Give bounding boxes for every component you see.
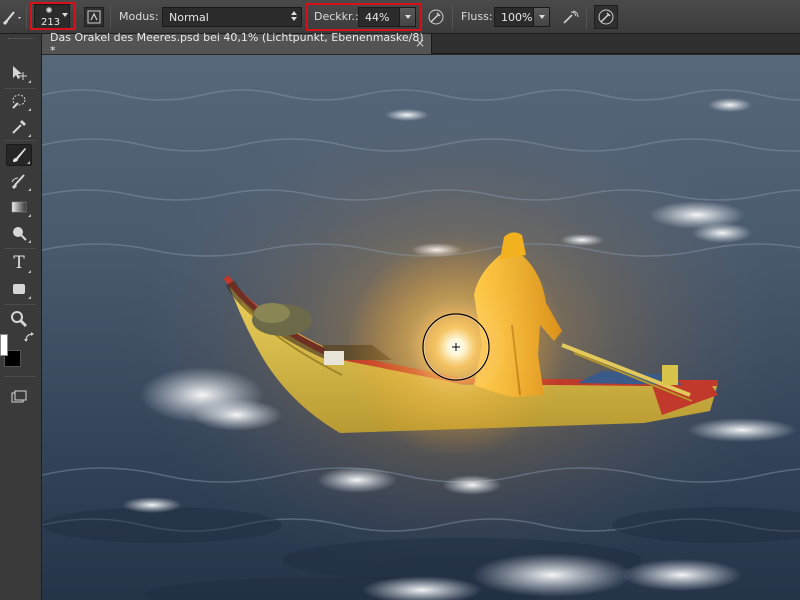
chevron-down-icon [538, 15, 545, 19]
close-icon[interactable]: × [415, 36, 425, 50]
eyedropper-tool-icon [12, 120, 26, 134]
type-tool[interactable]: T [6, 252, 32, 274]
pen-pressure-icon [428, 9, 444, 25]
mode-select[interactable]: Normal [162, 7, 302, 27]
airbrush-icon [563, 10, 579, 24]
tool-preset-picker[interactable] [2, 8, 24, 26]
brush-panel-toggle[interactable] [84, 7, 104, 27]
document-tab-bar: Das Orakel des Meeres.psd bei 40,1% (Lic… [42, 31, 800, 57]
history-brush-tool[interactable] [6, 170, 32, 192]
pressure-size-toggle[interactable] [594, 5, 618, 29]
shape-tool-icon [13, 284, 25, 294]
airbrush-toggle[interactable] [560, 7, 580, 27]
options-bar: 213 Modus: Normal Deckkr.: 44% Fluss: 10… [0, 0, 800, 34]
document-canvas[interactable] [42, 55, 800, 600]
dodge-tool[interactable] [6, 222, 32, 244]
screen-mode-icon [11, 390, 27, 403]
flow-dropdown-button[interactable] [533, 8, 549, 26]
move-tool-icon [13, 66, 27, 80]
quick-selection-tool[interactable] [6, 90, 32, 112]
brush-tool-icon [13, 148, 26, 162]
brush-size-highlight [30, 2, 76, 30]
history-brush-tool-icon [11, 174, 25, 190]
mode-value: Normal [169, 10, 209, 24]
toolbox-grip[interactable] [8, 38, 34, 42]
pen-pressure-size-icon [598, 9, 614, 25]
quick-selection-tool-icon [12, 94, 26, 109]
foreground-color-swatch[interactable] [0, 334, 8, 356]
zoom-tool[interactable] [6, 308, 32, 330]
brush-preset-icon [2, 11, 21, 26]
swap-colors-button[interactable] [24, 332, 36, 347]
gradient-tool-icon [11, 201, 27, 213]
zoom-tool-icon [11, 311, 28, 328]
updown-icon [291, 11, 297, 21]
dodge-tool-icon [13, 227, 27, 241]
eyedropper-tool[interactable] [6, 116, 32, 138]
document-tab[interactable]: Das Orakel des Meeres.psd bei 40,1% (Lic… [42, 31, 432, 57]
opacity-highlight [306, 3, 422, 31]
flow-field[interactable]: 100% [494, 7, 550, 27]
type-tool-icon: T [13, 253, 25, 273]
pressure-opacity-toggle[interactable] [426, 7, 446, 27]
shape-tool[interactable] [6, 278, 32, 300]
toolbox: T [0, 34, 42, 600]
gradient-tool[interactable] [6, 196, 32, 218]
brush-tool[interactable] [6, 144, 32, 166]
brush-panel-icon [87, 10, 101, 24]
document-tab-title: Das Orakel des Meeres.psd bei 40,1% (Lic… [50, 31, 424, 57]
canvas-image [42, 55, 800, 600]
screen-mode-button[interactable] [6, 386, 32, 408]
move-tool[interactable] [6, 62, 32, 84]
mode-label: Modus: [119, 10, 159, 23]
flow-label: Fluss: [461, 10, 493, 23]
swap-arrows-icon [24, 332, 34, 342]
flow-value: 100% [501, 10, 533, 24]
